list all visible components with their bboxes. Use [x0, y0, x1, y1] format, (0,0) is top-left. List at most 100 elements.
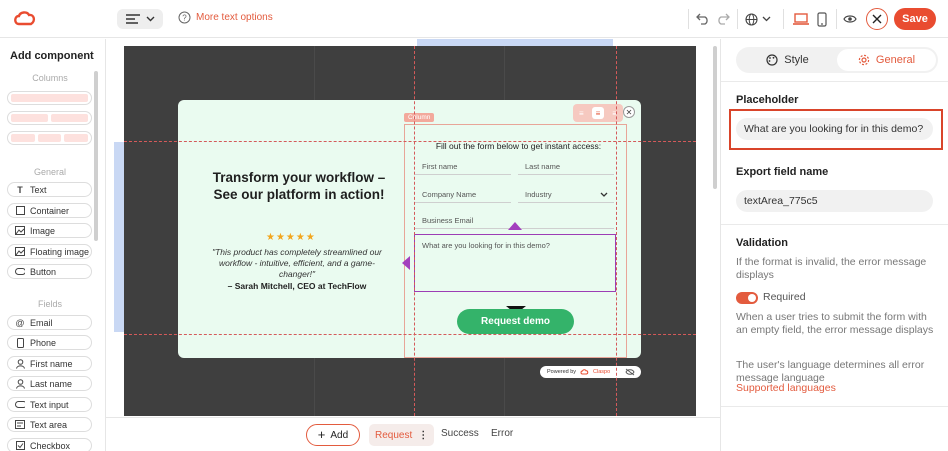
add-state-button[interactable]: + Add — [306, 424, 360, 446]
align-top-icon[interactable]: ≡ — [575, 107, 587, 119]
close-icon — [872, 14, 882, 24]
add-label: Add — [330, 429, 349, 441]
popup-heading[interactable]: Transform your workflow – See our platfo… — [204, 169, 394, 203]
selected-text-area[interactable]: What are you looking for in this demo? — [414, 234, 616, 292]
validation-label: Validation — [736, 237, 788, 249]
component-button[interactable]: Button — [7, 264, 92, 279]
alignment-guide — [414, 46, 415, 416]
chevron-down-icon — [600, 192, 608, 197]
column-tag: Column — [404, 113, 435, 122]
properties-tabs: Style General — [736, 47, 938, 73]
required-toggle[interactable] — [736, 292, 758, 304]
more-text-options-label: More text options — [196, 12, 273, 23]
field-text-area[interactable]: Text area — [7, 417, 92, 432]
person-icon — [15, 358, 25, 369]
three-column-layout[interactable] — [7, 131, 92, 145]
text-align-dropdown[interactable] — [117, 9, 163, 29]
align-bottom-icon[interactable]: ≡ — [609, 107, 621, 119]
tab-request[interactable]: Request ⋮ — [369, 424, 435, 446]
chevron-down-icon — [762, 16, 771, 22]
plus-icon: + — [317, 427, 326, 442]
canvas-scrollbar[interactable] — [713, 46, 717, 189]
chevron-down-icon — [146, 16, 154, 22]
component-floating-image[interactable]: Floating image — [7, 244, 92, 259]
toolbar-divider — [737, 9, 738, 29]
testimonial-author[interactable]: – Sarah Mitchell, CEO at TechFlow — [205, 281, 389, 291]
powered-by-label: Powered by — [547, 369, 577, 375]
validation-description: If the format is invalid, the error mess… — [736, 256, 927, 281]
panel-divider — [721, 224, 948, 225]
tab-request-label: Request — [375, 429, 413, 441]
question-circle-icon: ? — [178, 11, 191, 24]
export-field-name-input[interactable]: textArea_775c5 — [736, 190, 933, 212]
first-name-field[interactable]: First name — [415, 159, 511, 175]
redo-icon[interactable] — [714, 10, 732, 28]
text-area-icon — [15, 420, 25, 430]
tab-error[interactable]: Error — [491, 428, 513, 439]
columns-heading: Columns — [32, 73, 68, 83]
placeholder-input[interactable]: What are you looking for in this demo? — [736, 118, 933, 140]
field-last-name[interactable]: Last name — [7, 376, 92, 391]
panel-divider — [721, 406, 948, 407]
claspo-mini-logo — [580, 369, 589, 375]
field-email[interactable]: @ Email — [7, 315, 92, 330]
selection-left-bar — [114, 142, 124, 332]
preview-eye-icon[interactable] — [841, 10, 859, 28]
field-checkbox[interactable]: Checkbox — [7, 438, 92, 451]
claspo-logo — [12, 9, 38, 29]
language-description: The user's language determines all error… — [736, 359, 925, 384]
export-field-name-label: Export field name — [736, 166, 829, 178]
language-dropdown[interactable] — [744, 10, 772, 28]
floating-image-icon — [15, 247, 25, 257]
last-name-field[interactable]: Last name — [518, 159, 614, 175]
close-editor-button[interactable] — [866, 8, 888, 30]
two-column-layout[interactable] — [7, 111, 92, 125]
svg-text:?: ? — [182, 14, 187, 23]
component-container[interactable]: Container — [7, 203, 92, 218]
panel-divider — [721, 81, 948, 82]
undo-icon[interactable] — [694, 10, 712, 28]
field-text-input[interactable]: Text input — [7, 397, 92, 412]
company-name-field[interactable]: Company Name — [415, 187, 511, 203]
more-vertical-icon[interactable]: ⋮ — [418, 430, 428, 441]
checkbox-icon — [15, 441, 25, 451]
resize-handle-left[interactable] — [402, 256, 410, 270]
component-image[interactable]: Image — [7, 223, 92, 238]
industry-select-label: Industry — [525, 190, 552, 199]
tab-general[interactable]: General — [837, 49, 936, 71]
person-icon — [15, 378, 25, 389]
required-description: When a user tries to submit the form wit… — [736, 311, 934, 336]
popup-close-icon[interactable]: ✕ — [623, 106, 635, 118]
save-button[interactable]: Save — [894, 8, 936, 30]
request-demo-button[interactable]: Request demo — [457, 309, 574, 334]
more-text-options-link[interactable]: ? More text options — [178, 11, 273, 24]
testimonial-quote[interactable]: "This product has completely streamlined… — [205, 247, 389, 280]
fields-heading: Fields — [37, 299, 62, 309]
toolbar-divider — [688, 9, 689, 29]
align-middle-icon[interactable]: ≡ — [591, 107, 604, 119]
supported-languages-link[interactable]: Supported languages — [736, 382, 836, 394]
required-label: Required — [763, 291, 806, 303]
desktop-view-icon[interactable] — [792, 10, 810, 28]
powered-by-brand: Claspo — [593, 369, 611, 375]
form-intro-text[interactable]: Fill out the form below to get instant a… — [415, 141, 622, 151]
eye-off-icon[interactable] — [625, 368, 635, 376]
general-heading: General — [33, 167, 67, 177]
mobile-view-icon[interactable] — [813, 10, 831, 28]
industry-select[interactable]: Industry — [518, 187, 614, 203]
toolbar-divider — [783, 9, 784, 29]
palette-icon — [766, 54, 778, 66]
state-bar: + Add Request ⋮ Success Error — [106, 417, 720, 451]
one-column-layout[interactable] — [7, 91, 92, 105]
image-icon — [15, 226, 25, 236]
component-text[interactable]: T Text — [7, 182, 92, 197]
field-phone[interactable]: Phone — [7, 335, 92, 350]
tab-success[interactable]: Success — [441, 428, 479, 439]
powered-by-badge[interactable]: Powered by Claspo — [540, 366, 641, 378]
field-first-name[interactable]: First name — [7, 356, 92, 371]
alignment-guide — [124, 141, 696, 142]
tab-style[interactable]: Style — [738, 49, 837, 71]
phone-icon — [15, 337, 25, 348]
resize-handle-top[interactable] — [508, 222, 522, 230]
left-panel-scrollbar[interactable] — [94, 71, 98, 241]
